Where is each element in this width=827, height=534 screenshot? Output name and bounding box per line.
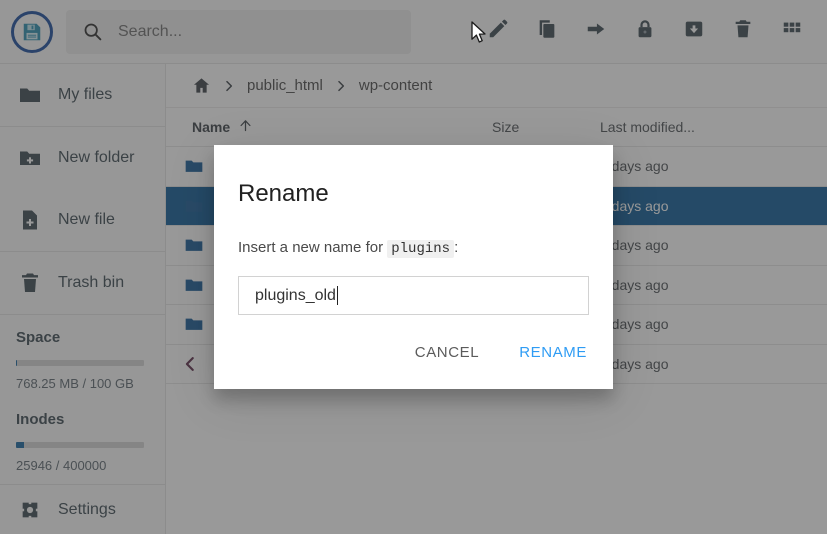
dialog-title: Rename [238, 180, 329, 207]
dialog-prompt-target: plugins [387, 240, 455, 258]
rename-confirm-button[interactable]: RENAME [511, 338, 595, 367]
rename-input-value: plugins_old [255, 286, 336, 304]
text-caret [336, 286, 338, 305]
file-manager-app: Search... [0, 0, 827, 534]
dialog-prompt: Insert a new name for plugins: [238, 239, 589, 258]
dialog-prompt-prefix: Insert a new name for [238, 239, 388, 256]
dialog-actions: CANCEL RENAME [407, 338, 595, 367]
cancel-button[interactable]: CANCEL [407, 338, 487, 367]
rename-input[interactable]: plugins_old [238, 276, 589, 315]
rename-dialog: Rename Insert a new name for plugins: pl… [214, 145, 613, 389]
dialog-prompt-suffix: : [454, 239, 459, 256]
